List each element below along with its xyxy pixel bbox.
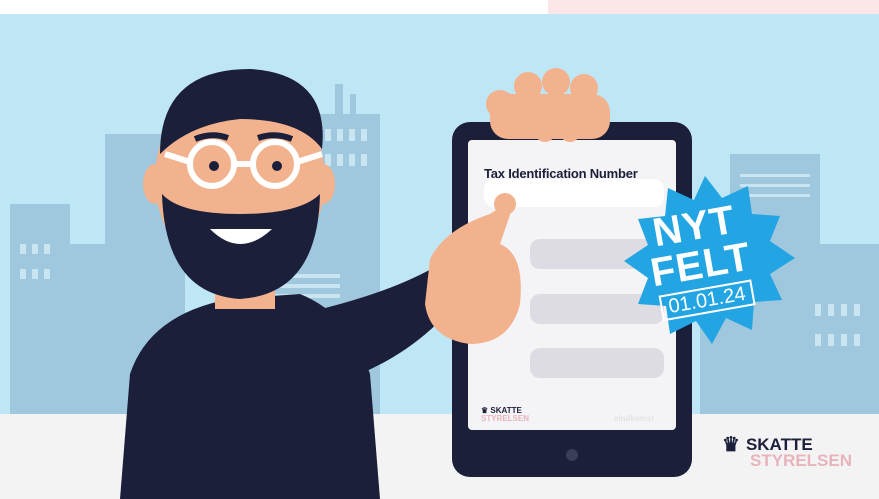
tablet-logo-line2: STYRELSEN <box>481 414 530 423</box>
tablet-logo: ♛ SKATTE STYRELSEN <box>481 407 529 423</box>
tablet-title: Tax Identification Number <box>484 166 638 181</box>
tablet-footer: eIndkomst <box>614 414 655 423</box>
top-accent-bar <box>548 0 879 14</box>
crown-icon: ♛ <box>722 434 740 456</box>
brand-line2: STYRELSEN <box>750 451 853 470</box>
illustration: Tax Identification Number ♛ SKATTE STYRE… <box>0 14 879 499</box>
skattestyrelsen-logo: ♛ SKATTE STYRELSEN <box>722 434 853 470</box>
